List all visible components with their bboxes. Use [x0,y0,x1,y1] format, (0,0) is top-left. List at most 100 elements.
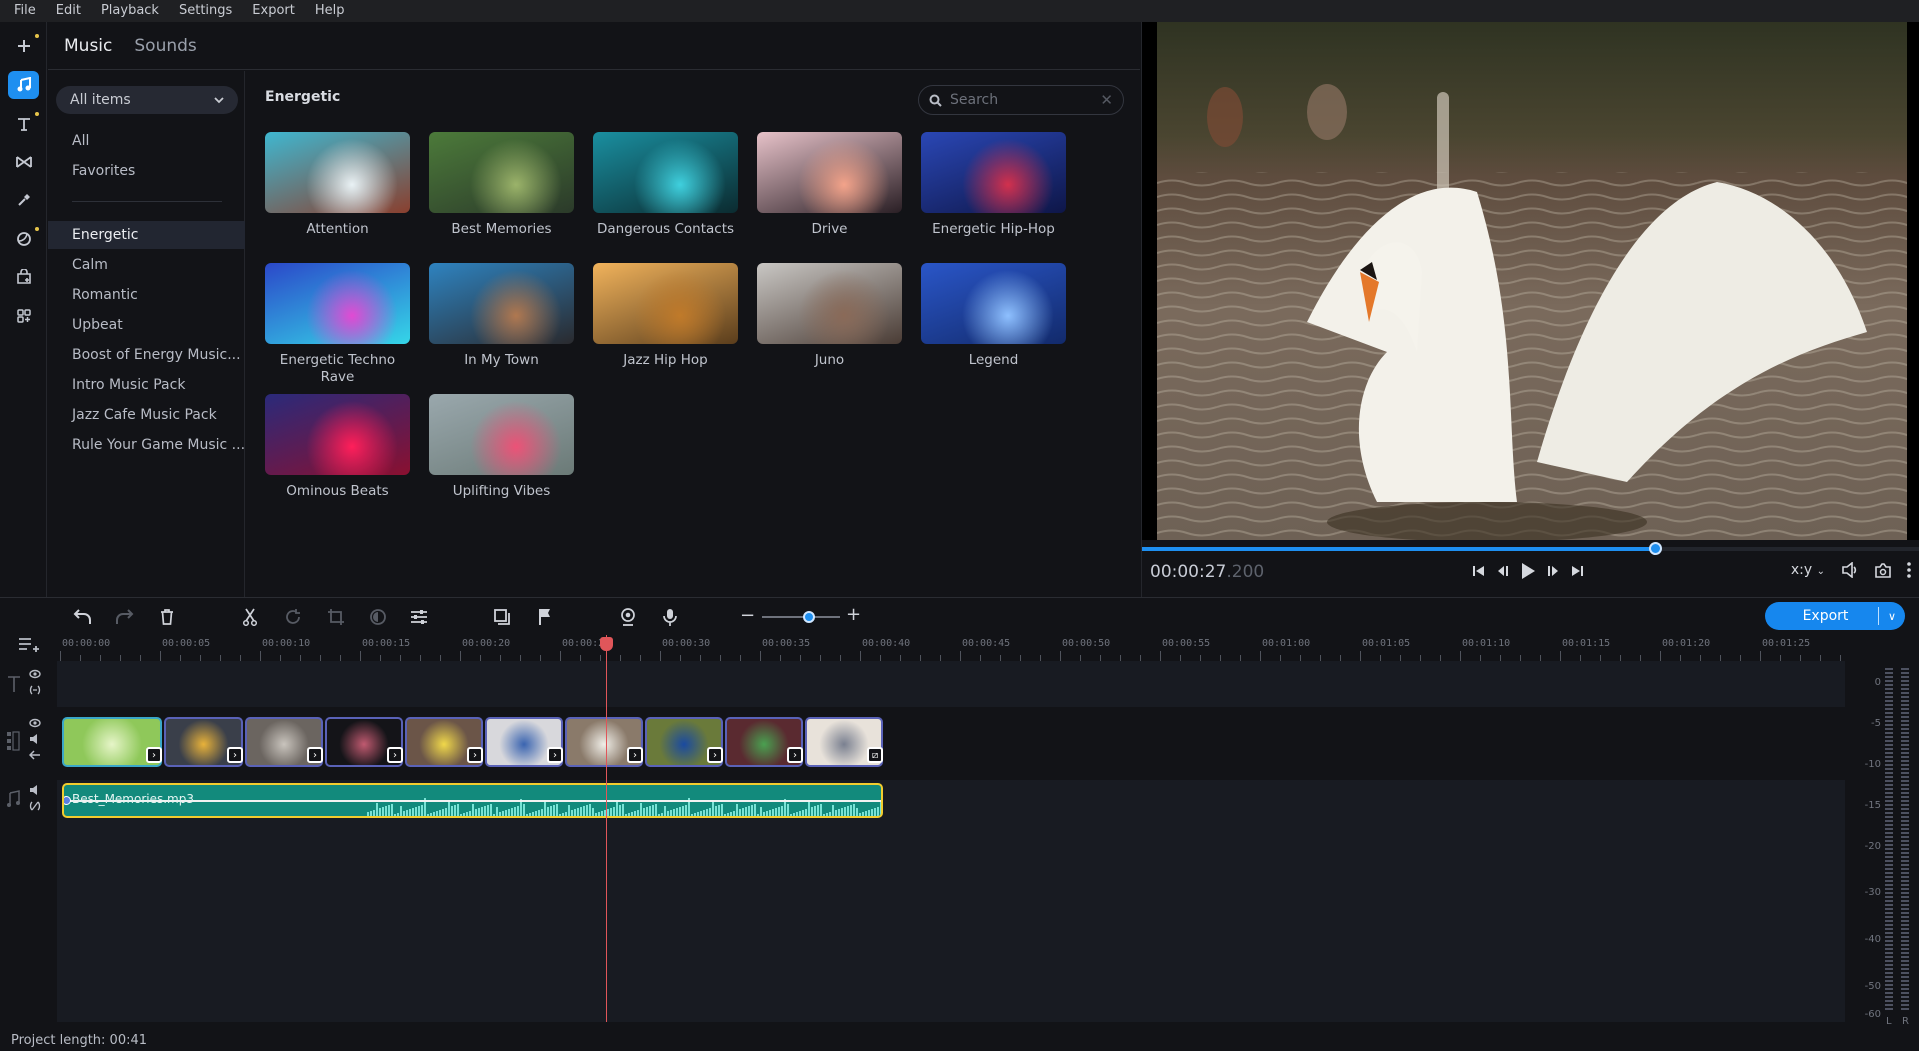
more-tools-button[interactable] [8,302,39,330]
music-track-card[interactable]: Best Memories [429,132,574,238]
rotate-button[interactable] [281,605,305,629]
unlink-icon[interactable] [29,801,41,811]
tab-music[interactable]: Music [64,36,112,56]
audio-clip[interactable]: Best_Memories.mp3 [62,783,883,818]
link-icon[interactable] [29,685,41,695]
transition-icon[interactable]: › [547,747,563,763]
clip-properties-button[interactable] [407,605,431,629]
transition-icon[interactable]: › [467,747,483,763]
transition-icon[interactable]: › [307,747,323,763]
timeline-ruler[interactable]: 00:00:00 00:00:05 00:00:10 00:00:15 00:00:20… [60,635,1845,661]
menu-settings[interactable]: Settings [169,0,242,22]
transition-icon[interactable]: › [787,747,803,763]
music-button[interactable] [8,71,39,99]
seek-handle[interactable] [1649,542,1663,555]
webcam-record-button[interactable] [616,605,640,629]
eye-icon[interactable] [29,718,41,728]
split-button[interactable] [238,605,262,629]
zoom-handle[interactable] [802,611,815,623]
export-options-chevron-icon[interactable]: ∨ [1879,610,1905,623]
zoom-out-icon[interactable]: − [740,605,755,626]
music-track-card[interactable]: Energetic Hip-Hop [921,132,1066,238]
skip-to-end-icon[interactable] [1570,564,1584,578]
add-track-icon[interactable] [18,637,40,653]
menu-help[interactable]: Help [305,0,355,22]
store-button[interactable] [8,263,39,291]
tab-sounds[interactable]: Sounds [134,36,196,56]
waveform-bar [103,817,105,818]
transition-icon[interactable]: › [227,747,243,763]
category-item[interactable]: Romantic [48,281,245,309]
category-favorites[interactable]: Favorites [48,157,245,185]
music-track-card[interactable]: Legend [921,263,1066,369]
filter-dropdown[interactable]: All items [56,86,238,114]
import-button[interactable] [8,32,39,60]
waveform-bar [412,808,414,816]
voice-record-button[interactable] [658,605,682,629]
transition-icon[interactable]: › [627,747,643,763]
music-track-card[interactable]: In My Town [429,263,574,369]
transitions-button[interactable] [8,148,39,176]
category-item[interactable]: Jazz Cafe Music Pack [48,401,245,429]
play-icon[interactable] [1520,562,1536,580]
music-track-card[interactable]: Attention [265,132,410,238]
music-track-card[interactable]: Dangerous Contacts [593,132,738,238]
overlay-button[interactable] [490,605,514,629]
speaker-icon[interactable] [29,785,41,795]
category-item[interactable]: Intro Music Pack [48,371,245,399]
filters-button[interactable] [8,186,39,214]
skip-to-start-icon[interactable] [1472,564,1486,578]
redo-button[interactable] [112,605,136,629]
snapshot-camera-icon[interactable] [1875,562,1891,578]
color-adjust-button[interactable] [366,605,390,629]
undo-button[interactable] [71,605,95,629]
marker-button[interactable] [533,605,557,629]
vu-segment [1885,804,1893,806]
menu-edit[interactable]: Edit [46,0,91,22]
music-track-card[interactable]: Juno [757,263,902,369]
timeline-zoom-slider[interactable]: − + [740,604,861,628]
editing-toolbar: − + Export ∨ [0,597,1919,635]
next-frame-icon[interactable] [1546,564,1560,578]
waveform-bar [655,804,657,816]
crop-button[interactable] [324,605,348,629]
music-track-card[interactable]: Drive [757,132,902,238]
music-track-card[interactable]: Energetic Techno Rave [265,263,410,386]
menu-file[interactable]: File [0,0,46,22]
text-track[interactable] [57,661,1845,707]
category-item[interactable]: Energetic [48,221,245,249]
volume-icon[interactable] [1841,562,1859,578]
zoom-in-icon[interactable]: + [846,604,861,625]
search-input[interactable]: Search ✕ [918,85,1124,115]
stickers-button[interactable] [8,225,39,253]
music-track-card[interactable]: Ominous Beats [265,394,410,500]
eye-icon[interactable] [29,669,41,679]
category-item[interactable]: Boost of Energy Music... [48,341,245,369]
playhead-handle[interactable] [600,637,613,651]
category-all[interactable]: All [48,127,245,155]
clear-search-icon[interactable]: ✕ [1100,91,1113,109]
delete-button[interactable] [155,605,179,629]
transition-icon[interactable]: › [387,747,403,763]
music-track-card[interactable]: Uplifting Vibes [429,394,574,500]
video-player[interactable] [1142,22,1919,540]
playhead[interactable] [606,635,607,1022]
previous-frame-icon[interactable] [1496,564,1510,578]
category-item[interactable]: Calm [48,251,245,279]
speaker-icon[interactable] [29,734,41,744]
volume-keyframe[interactable] [64,796,71,805]
transition-icon[interactable]: › [146,747,162,763]
more-options-icon[interactable] [1907,562,1911,578]
transition-icon[interactable]: › [707,747,723,763]
no-transition-icon[interactable]: ⧄ [867,747,883,763]
waveform-bar [547,807,549,816]
category-item[interactable]: Upbeat [48,311,245,339]
music-track-card[interactable]: Jazz Hip Hop [593,263,738,369]
export-button[interactable]: Export ∨ [1765,602,1905,630]
titles-button[interactable] [8,110,39,138]
arrow-left-icon[interactable] [29,750,41,760]
menu-playback[interactable]: Playback [91,0,169,22]
category-item[interactable]: Rule Your Game Music ... [48,431,245,459]
aspect-ratio-dropdown[interactable]: x:y ⌄ [1791,562,1825,578]
menu-export[interactable]: Export [242,0,305,22]
